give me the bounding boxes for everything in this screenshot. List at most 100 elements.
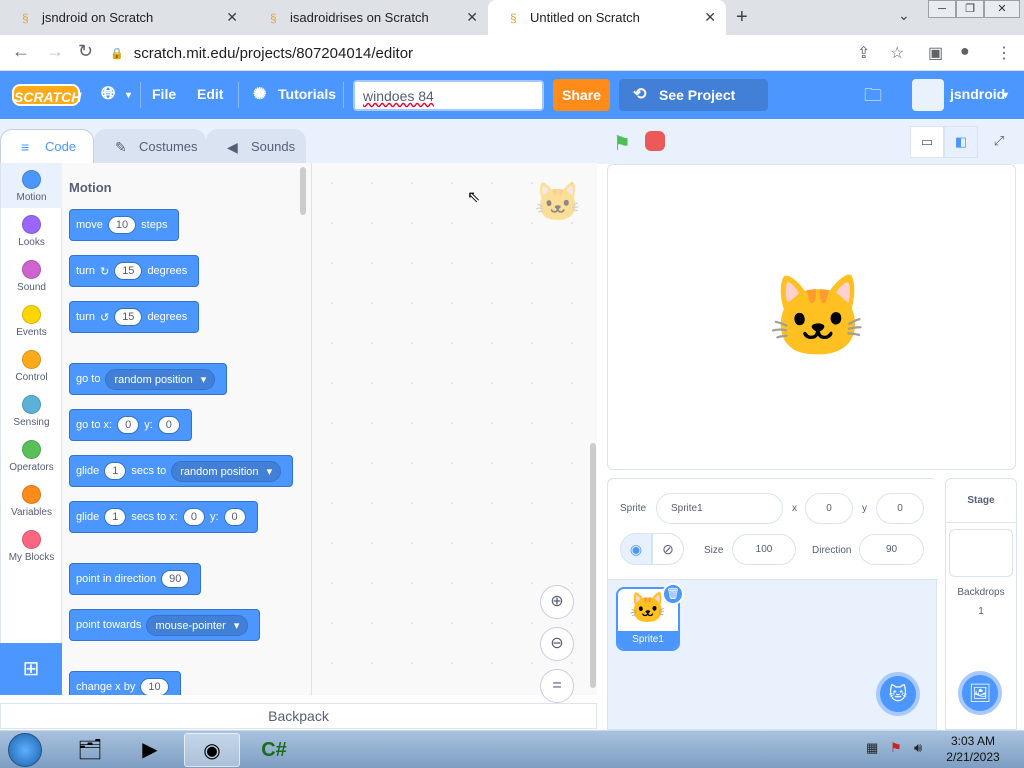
- close-window-icon[interactable]: ✕: [984, 0, 1020, 18]
- project-title-input[interactable]: windoes 84: [353, 80, 544, 111]
- category-sound[interactable]: Sound: [1, 253, 62, 298]
- block-dropdown[interactable]: random position ▾: [171, 460, 282, 482]
- category-variables[interactable]: Variables: [1, 478, 62, 523]
- tab-costumes[interactable]: ✎ Costumes: [94, 129, 206, 164]
- block-point-towards[interactable]: point towards mouse-pointer ▾: [69, 609, 261, 641]
- see-project-page-button[interactable]: ⟲ See Project Page: [619, 79, 768, 135]
- tutorials-button[interactable]: Tutorials: [278, 86, 336, 102]
- palette-scrollbar[interactable]: [300, 167, 306, 215]
- backdrop-thumbnail[interactable]: [949, 529, 1013, 577]
- show-sprite-eye-icon[interactable]: ◉: [620, 533, 652, 565]
- bookmark-star-icon[interactable]: ☆: [890, 43, 904, 63]
- block-input[interactable]: 10: [140, 678, 169, 695]
- category-sensing[interactable]: Sensing: [1, 388, 62, 433]
- browser-menu-icon[interactable]: ⋮: [996, 43, 1012, 63]
- block-input[interactable]: 0: [157, 416, 180, 434]
- block-input[interactable]: 10: [107, 216, 137, 234]
- category-events[interactable]: Events: [1, 298, 62, 343]
- stage-canvas[interactable]: 🐱: [607, 164, 1016, 470]
- close-tab-icon[interactable]: ✕: [226, 9, 238, 26]
- add-extension-icon[interactable]: ⊞: [0, 643, 62, 695]
- profile-icon[interactable]: ●: [960, 43, 970, 61]
- tab-code[interactable]: ≡ Code: [0, 129, 94, 164]
- language-chevron-icon[interactable]: ▾: [126, 90, 131, 101]
- block-glide-to[interactable]: glide 1 secs to random position ▾: [69, 455, 294, 487]
- direction-input[interactable]: 90: [859, 534, 924, 565]
- block-go-to-xy[interactable]: go to x: 0 y: 0: [69, 409, 192, 441]
- language-globe-icon[interactable]: 🌐︎: [101, 83, 115, 104]
- green-flag-icon[interactable]: ⚑: [613, 131, 631, 156]
- zoom-reset-icon[interactable]: =: [540, 669, 574, 703]
- backpack-bar[interactable]: Backpack: [0, 703, 597, 729]
- block-glide-to-xy[interactable]: glide 1 secs to x: 0 y: 0: [69, 501, 258, 533]
- minimize-window-icon[interactable]: ─: [928, 0, 956, 18]
- forward-arrow-icon[interactable]: →: [46, 41, 64, 62]
- browser-tab-1[interactable]: § jsndroid on Scratch ✕: [0, 0, 248, 35]
- block-input[interactable]: 0: [223, 508, 246, 526]
- tab-sounds[interactable]: ◀︎ Sounds: [206, 129, 306, 164]
- block-dropdown[interactable]: mouse-pointer ▾: [146, 614, 249, 636]
- close-tab-icon[interactable]: ✕: [704, 9, 716, 26]
- back-arrow-icon[interactable]: ←: [12, 41, 30, 62]
- category-my-blocks[interactable]: My Blocks: [1, 523, 62, 568]
- tab-search-chevron-icon[interactable]: ⌄: [898, 7, 910, 24]
- network-tray-icon[interactable]: ▦: [866, 740, 878, 756]
- restore-window-icon[interactable]: ❐: [956, 0, 984, 18]
- category-motion[interactable]: Motion: [1, 163, 62, 208]
- zoom-out-icon[interactable]: ⊖: [540, 627, 574, 661]
- y-input[interactable]: 0: [876, 493, 924, 524]
- x-input[interactable]: 0: [805, 493, 853, 524]
- workspace-scrollbar[interactable]: [590, 443, 596, 688]
- account-chevron-icon[interactable]: ▾: [1003, 90, 1008, 101]
- block-point-in-direction[interactable]: point in direction 90: [69, 563, 202, 595]
- delete-sprite-trash-icon[interactable]: 🗑︎: [662, 583, 684, 605]
- taskbar-clock[interactable]: 3:03 AM 2/21/2023: [946, 733, 1000, 765]
- file-explorer-icon[interactable]: 🗂︎: [62, 733, 118, 767]
- action-center-flag-icon[interactable]: ⚑: [890, 740, 902, 756]
- category-looks[interactable]: Looks: [1, 208, 62, 253]
- file-menu[interactable]: File: [152, 86, 176, 102]
- block-change-x[interactable]: change x by 10: [69, 671, 181, 695]
- hide-sprite-eye-icon[interactable]: ⊘: [652, 533, 684, 565]
- url-bar[interactable]: 🔒 scratch.mit.edu/projects/807204014/edi…: [110, 39, 890, 67]
- sprite-name-input[interactable]: Sprite1: [656, 493, 783, 524]
- share-page-icon[interactable]: ⇪: [857, 43, 870, 63]
- block-turn-left[interactable]: turn ↺ 15 degrees: [69, 301, 200, 333]
- block-input[interactable]: 90: [161, 570, 190, 588]
- stop-sign-icon[interactable]: [645, 131, 665, 151]
- small-stage-icon[interactable]: ▭: [910, 126, 944, 158]
- block-input[interactable]: 0: [182, 508, 205, 526]
- fullscreen-icon[interactable]: ⤢: [982, 126, 1016, 158]
- close-tab-icon[interactable]: ✕: [466, 9, 478, 26]
- edit-menu[interactable]: Edit: [197, 86, 223, 102]
- reload-icon[interactable]: ↻: [78, 41, 93, 62]
- block-dropdown[interactable]: random position ▾: [105, 368, 216, 390]
- code-workspace[interactable]: 🐱 ⊕ ⊖ = ⇖: [312, 163, 597, 703]
- block-move-steps[interactable]: move 10 steps: [69, 209, 180, 241]
- chrome-taskbar-icon[interactable]: ◉: [184, 733, 240, 767]
- csharp-app-icon[interactable]: C#: [246, 733, 302, 767]
- media-player-icon[interactable]: ▶: [122, 733, 178, 767]
- block-input[interactable]: 15: [114, 308, 143, 326]
- block-input[interactable]: 1: [104, 462, 127, 480]
- windows-start-icon[interactable]: [8, 733, 42, 767]
- block-turn-right[interactable]: turn ↻ 15 degrees: [69, 255, 200, 287]
- category-control[interactable]: Control: [1, 343, 62, 388]
- username[interactable]: jsndroid: [950, 86, 1005, 102]
- avatar[interactable]: [912, 79, 944, 111]
- choose-sprite-cat-icon[interactable]: 🐱︎: [876, 672, 920, 716]
- large-stage-icon[interactable]: ◧: [944, 126, 978, 158]
- block-input[interactable]: 1: [104, 508, 127, 526]
- block-go-to[interactable]: go to random position ▾: [69, 363, 228, 395]
- block-input[interactable]: 15: [114, 262, 143, 280]
- size-input[interactable]: 100: [732, 534, 796, 565]
- cat-sprite-icon[interactable]: 🐱: [768, 270, 868, 364]
- share-button[interactable]: Share: [553, 79, 610, 111]
- side-panel-icon[interactable]: ▣: [928, 43, 943, 63]
- volume-speaker-icon[interactable]: 🔊︎: [914, 740, 922, 756]
- browser-tab-3-active[interactable]: § Untitled on Scratch ✕: [488, 0, 726, 35]
- block-input[interactable]: 0: [117, 416, 140, 434]
- browser-tab-2[interactable]: § isadroidrises on Scratch ✕: [248, 0, 488, 35]
- scratch-logo[interactable]: SCRATCH: [12, 84, 81, 106]
- my-stuff-folder-icon[interactable]: 🗀︎: [864, 83, 882, 113]
